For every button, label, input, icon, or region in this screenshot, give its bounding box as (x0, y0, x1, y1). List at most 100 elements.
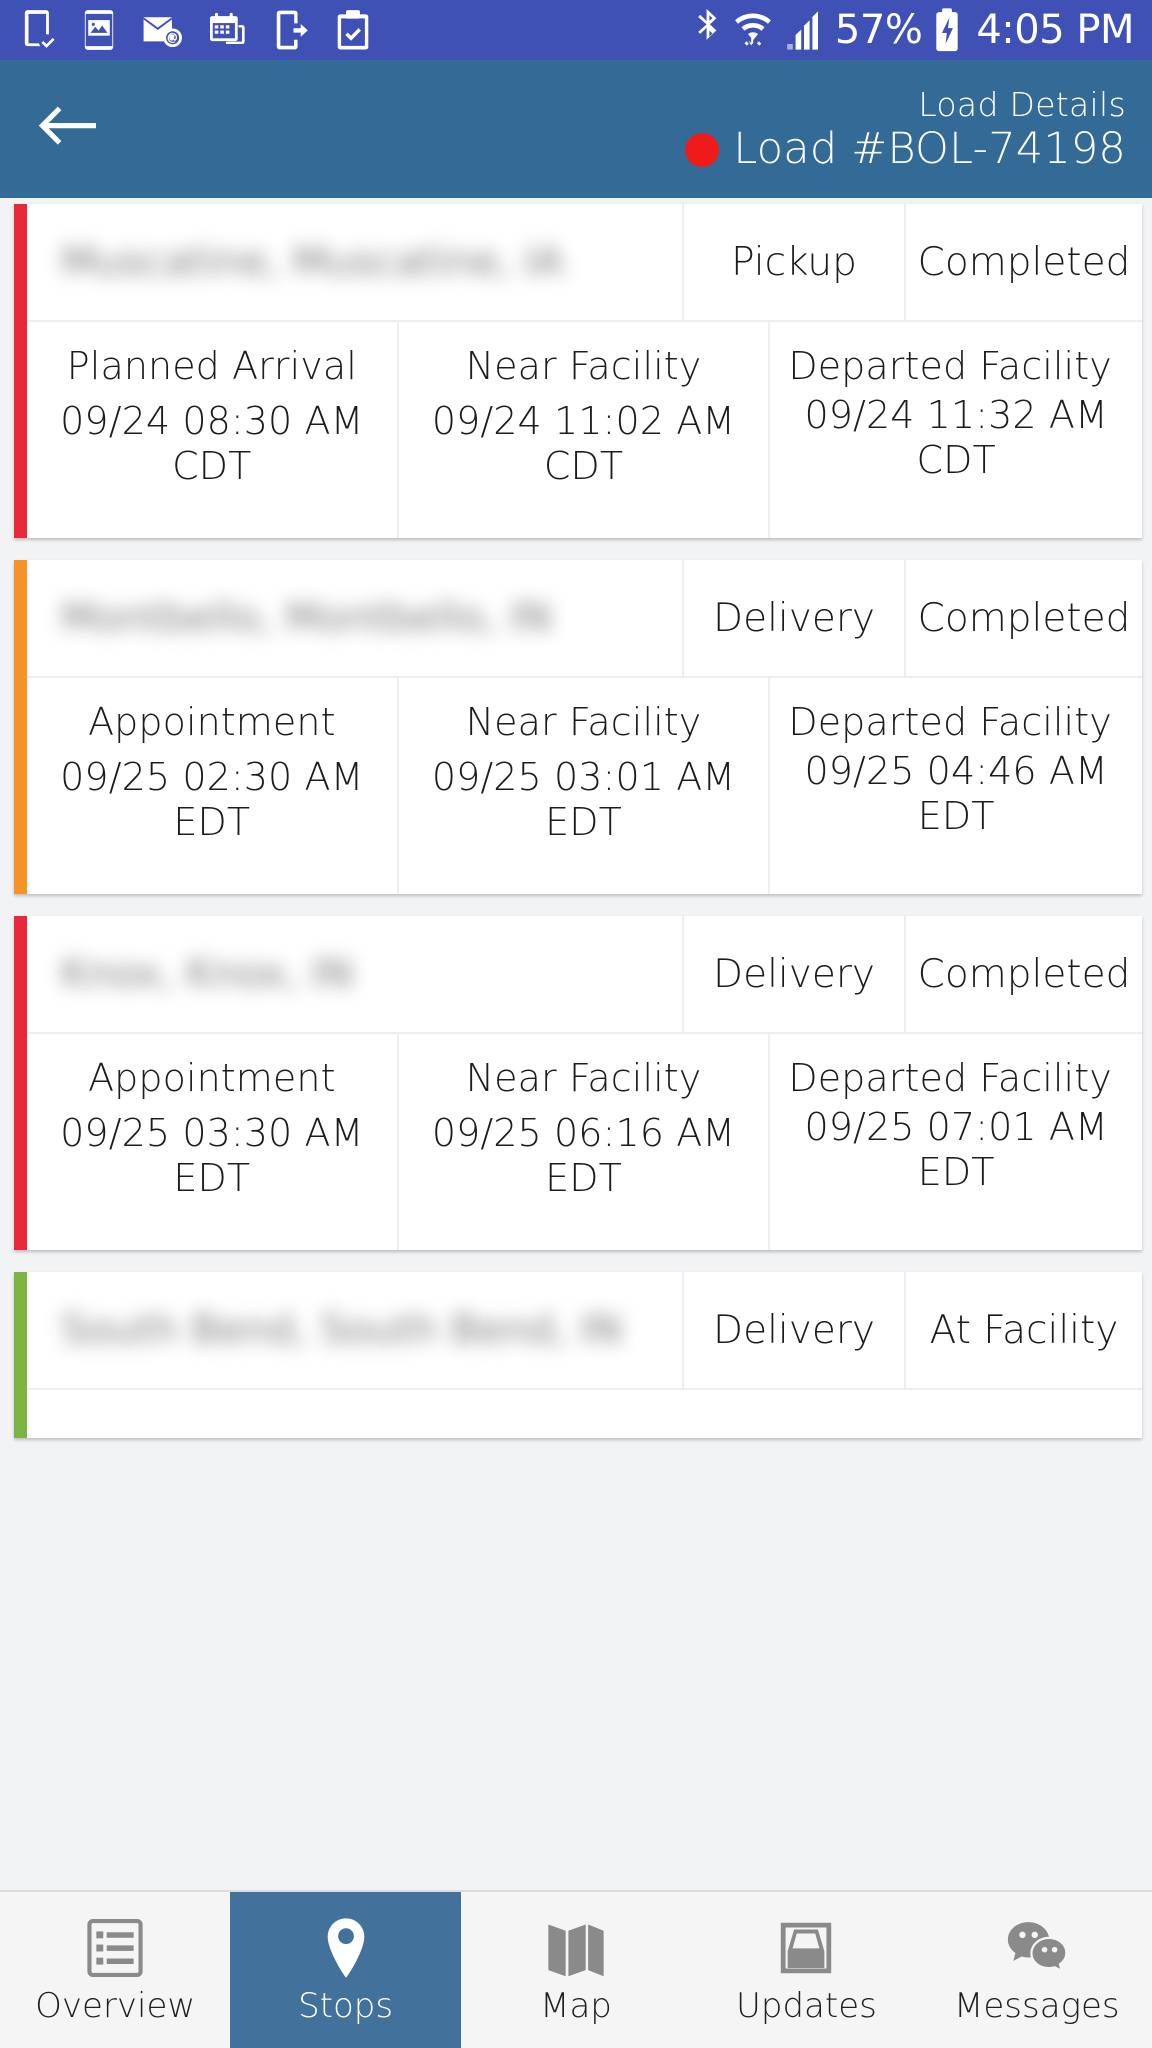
time-column-label: Departed Facility (788, 1056, 1112, 1100)
nav-item-overview[interactable]: Overview (0, 1892, 230, 2048)
stop-card-times (14, 1390, 1142, 1438)
stop-card[interactable]: Muscatine, Muscatine, IA Pickup Complete… (14, 204, 1142, 538)
map-pin-icon (323, 1917, 369, 1979)
page-title: Load Details (918, 84, 1126, 124)
time-column-value: 09/25 03:30 AM EDT (60, 1111, 364, 1200)
time-column-value: 09/25 07:01 AM EDT (804, 1105, 1108, 1194)
stop-type-label: Delivery (684, 560, 906, 676)
mail-send-icon (142, 13, 182, 47)
stops-list[interactable]: Muscatine, Muscatine, IA Pickup Complete… (0, 198, 1152, 1890)
stop-status-label: Completed (917, 951, 1131, 997)
battery-percentage: 57% (834, 7, 923, 53)
image-icon (82, 10, 116, 50)
clipboard-check-icon (336, 10, 370, 50)
back-arrow-icon (36, 104, 98, 154)
stop-card-times: Appointment 09/25 03:30 AM EDT Near Faci… (14, 1034, 1142, 1250)
stop-location-label: South Bend, South Bend, IN (61, 1306, 623, 1353)
nav-item-stops[interactable]: Stops (230, 1892, 461, 2048)
stop-card-times: Appointment 09/25 02:30 AM EDT Near Faci… (14, 678, 1142, 894)
stop-location-label: Montbello, Montbello, IN (61, 594, 552, 641)
stop-time-column: Appointment 09/25 03:30 AM EDT (27, 1034, 399, 1250)
stop-time-column: Near Facility 09/25 06:16 AM EDT (399, 1034, 771, 1250)
wifi-icon (733, 9, 773, 51)
time-column-value: 09/25 02:30 AM EDT (60, 755, 364, 844)
inbox-tray-icon (778, 1917, 834, 1979)
status-bar-system-icons: 57% 4:05 PM (695, 8, 1134, 52)
stop-location-cell: Montbello, Montbello, IN (27, 560, 684, 676)
nav-item-map[interactable]: Map (461, 1892, 691, 2048)
chat-bubbles-icon (1006, 1917, 1068, 1979)
time-column-label: Appointment (88, 700, 336, 744)
stop-type-label: Delivery (684, 916, 906, 1032)
device-download-icon (22, 10, 56, 50)
nav-label-stops: Stops (298, 1986, 394, 2026)
stop-card[interactable]: South Bend, South Bend, IN Delivery At F… (14, 1272, 1142, 1438)
stop-card-header: South Bend, South Bend, IN Delivery At F… (14, 1272, 1142, 1390)
header-title-group: Load Details Load #BOL-74198 (685, 85, 1126, 174)
cellular-signal-icon (785, 9, 823, 51)
time-column-value: 09/25 04:46 AM EDT (804, 749, 1108, 838)
time-column-label: Planned Arrival (66, 344, 357, 388)
stop-card[interactable]: Montbello, Montbello, IN Delivery Comple… (14, 560, 1142, 894)
stop-status-label: Completed (917, 595, 1131, 641)
stop-accent-bar (14, 204, 27, 538)
folded-map-icon (547, 1917, 605, 1979)
nav-label-overview: Overview (35, 1986, 196, 2026)
stop-location-cell: South Bend, South Bend, IN (27, 1272, 684, 1388)
device-login-icon (274, 10, 310, 50)
app-header: Load Details Load #BOL-74198 (0, 60, 1152, 198)
stop-time-column: Near Facility 09/24 11:02 AM CDT (399, 322, 771, 538)
time-column-value: 09/24 11:32 AM CDT (804, 393, 1108, 482)
stop-time-column: Planned Arrival 09/24 08:30 AM CDT (27, 322, 399, 538)
stop-location-cell: Knox, Knox, IN (27, 916, 684, 1032)
time-column-label: Near Facility (465, 700, 702, 744)
load-status-dot (685, 132, 720, 167)
stop-card[interactable]: Knox, Knox, IN Delivery Completed Appoin… (14, 916, 1142, 1250)
bottom-navigation-bar: Overview Stops Map Updates Messages (0, 1890, 1152, 2048)
time-column-label: Departed Facility (788, 700, 1112, 744)
nav-label-map: Map (540, 1986, 612, 2026)
time-column-value: 09/24 11:02 AM CDT (431, 399, 736, 488)
stop-time-column: Near Facility 09/25 03:01 AM EDT (399, 678, 771, 894)
system-status-bar: 57% 4:05 PM (0, 0, 1152, 60)
stop-time-column: Departed Facility 09/25 07:01 AM EDT (770, 1034, 1142, 1250)
list-overview-icon (87, 1917, 143, 1979)
load-id-label: Load #BOL-74198 (733, 124, 1126, 175)
time-column-value: 09/25 03:01 AM EDT (431, 755, 736, 844)
stop-accent-bar (14, 1272, 27, 1438)
bluetooth-icon (695, 9, 721, 51)
stop-accent-bar (14, 916, 27, 1250)
nav-item-updates[interactable]: Updates (691, 1892, 921, 2048)
calendar-icon (208, 12, 248, 48)
status-bar-notification-icons (22, 10, 370, 50)
time-column-label: Near Facility (465, 344, 702, 388)
stop-card-header: Muscatine, Muscatine, IA Pickup Complete… (14, 204, 1142, 322)
nav-item-messages[interactable]: Messages (922, 1892, 1152, 2048)
nav-label-updates: Updates (735, 1986, 877, 2026)
stop-card-times: Planned Arrival 09/24 08:30 AM CDT Near … (14, 322, 1142, 538)
nav-label-messages: Messages (954, 1986, 1120, 2026)
stop-status-label: At Facility (929, 1307, 1119, 1353)
time-column-label: Departed Facility (788, 344, 1112, 388)
stop-status-label: Completed (917, 239, 1131, 285)
stop-location-label: Muscatine, Muscatine, IA (61, 238, 564, 285)
stop-card-header: Knox, Knox, IN Delivery Completed (14, 916, 1142, 1034)
back-button[interactable] (30, 92, 104, 166)
time-column-value: 09/25 06:16 AM EDT (431, 1111, 736, 1200)
stop-type-label: Pickup (684, 204, 906, 320)
stop-time-column: Appointment 09/25 02:30 AM EDT (27, 678, 399, 894)
stop-location-cell: Muscatine, Muscatine, IA (27, 204, 684, 320)
load-identifier-row: Load #BOL-74198 (685, 124, 1126, 175)
status-bar-clock: 4:05 PM (976, 7, 1134, 53)
time-column-label: Appointment (88, 1056, 336, 1100)
app-root: 57% 4:05 PM Load Details Load #BOL-74198 (0, 0, 1152, 2048)
stop-location-label: Knox, Knox, IN (61, 950, 354, 997)
stop-accent-bar (14, 560, 27, 894)
battery-charging-icon (934, 8, 960, 52)
stop-card-header: Montbello, Montbello, IN Delivery Comple… (14, 560, 1142, 678)
time-column-label: Near Facility (465, 1056, 702, 1100)
stop-type-label: Delivery (684, 1272, 906, 1388)
time-column-value: 09/24 08:30 AM CDT (60, 399, 364, 488)
stop-time-column: Departed Facility 09/24 11:32 AM CDT (770, 322, 1142, 538)
stop-time-column: Departed Facility 09/25 04:46 AM EDT (770, 678, 1142, 894)
